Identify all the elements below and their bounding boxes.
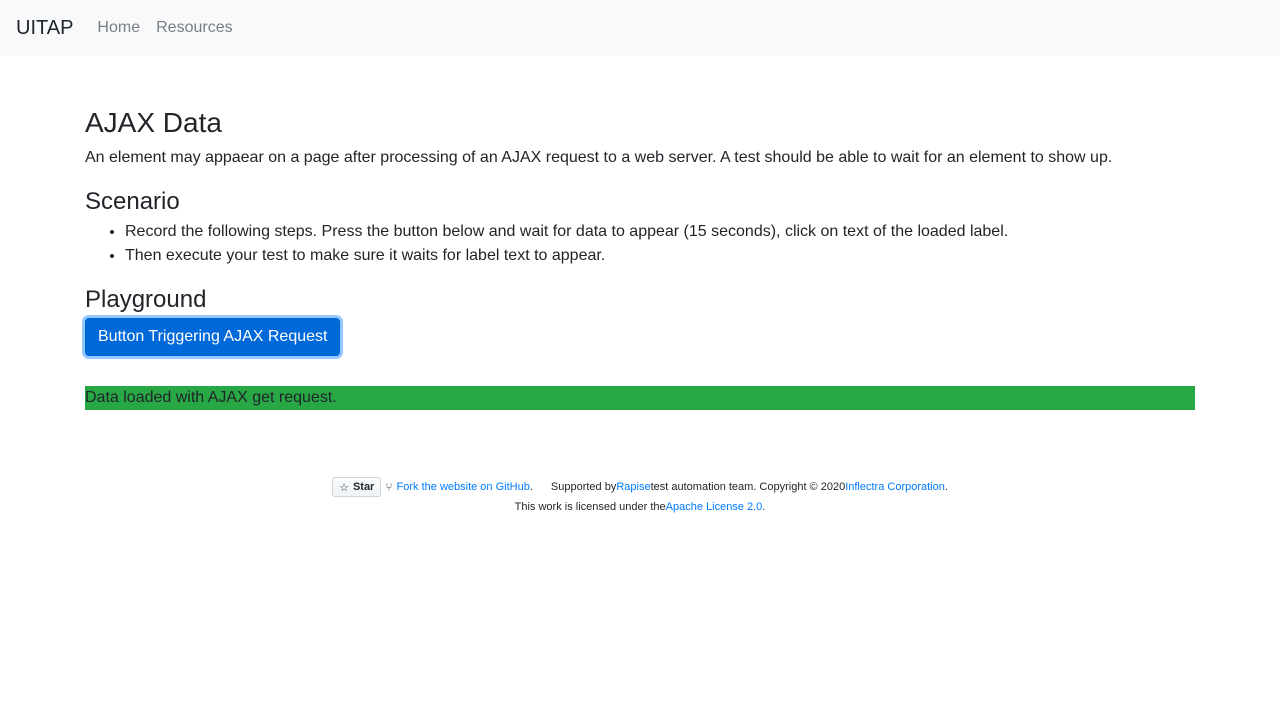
fork-icon: ⑂ bbox=[385, 480, 393, 494]
top-navbar: UITAP Home Resources bbox=[0, 0, 1280, 56]
scenario-step: Then execute your test to make sure it w… bbox=[125, 244, 1195, 268]
star-label: Star bbox=[352, 481, 375, 493]
main-container: AJAX Data An element may appaear on a pa… bbox=[85, 56, 1195, 410]
playground-heading: Playground bbox=[85, 286, 207, 313]
nav-link-resources[interactable]: Resources bbox=[156, 19, 232, 37]
github-star-button[interactable]: ☆ Star bbox=[332, 477, 382, 497]
scenario-step: Record the following steps. Press the bu… bbox=[125, 220, 1195, 244]
fork-github-link[interactable]: Fork the website on GitHub bbox=[397, 481, 530, 493]
license-prefix: This work is licensed under the bbox=[514, 501, 666, 513]
footer-line-1: ☆ Star ⑂ Fork the website on GitHub . Su… bbox=[0, 477, 1280, 497]
page-description: An element may appaear on a page after p… bbox=[85, 149, 1113, 166]
fork-suffix: . bbox=[529, 481, 533, 493]
page-title: AJAX Data bbox=[85, 107, 222, 138]
license-suffix: . bbox=[762, 501, 766, 513]
supported-suffix: . bbox=[944, 481, 948, 493]
brand-link[interactable]: UITAP bbox=[16, 17, 73, 40]
ajax-request-button[interactable]: Button Triggering AJAX Request bbox=[85, 318, 341, 356]
star-icon: ☆ bbox=[339, 481, 349, 494]
apache-license-link[interactable]: Apache License 2.0 bbox=[666, 497, 763, 517]
page-footer: ☆ Star ⑂ Fork the website on GitHub . Su… bbox=[0, 477, 1280, 517]
footer-line-2: This work is licensed under the Apache L… bbox=[0, 497, 1280, 517]
scenario-steps-list: Record the following steps. Press the bu… bbox=[85, 220, 1195, 268]
supported-prefix: Supported by bbox=[550, 481, 617, 493]
rapise-link[interactable]: Rapise bbox=[616, 481, 650, 493]
scenario-heading: Scenario bbox=[85, 188, 180, 215]
ajax-loaded-label[interactable]: Data loaded with AJAX get request. bbox=[85, 386, 1195, 410]
inflectra-link[interactable]: Inflectra Corporation bbox=[845, 481, 945, 493]
supported-middle: test automation team. Copyright © 2020 bbox=[650, 481, 846, 493]
nav-link-home[interactable]: Home bbox=[97, 19, 140, 37]
